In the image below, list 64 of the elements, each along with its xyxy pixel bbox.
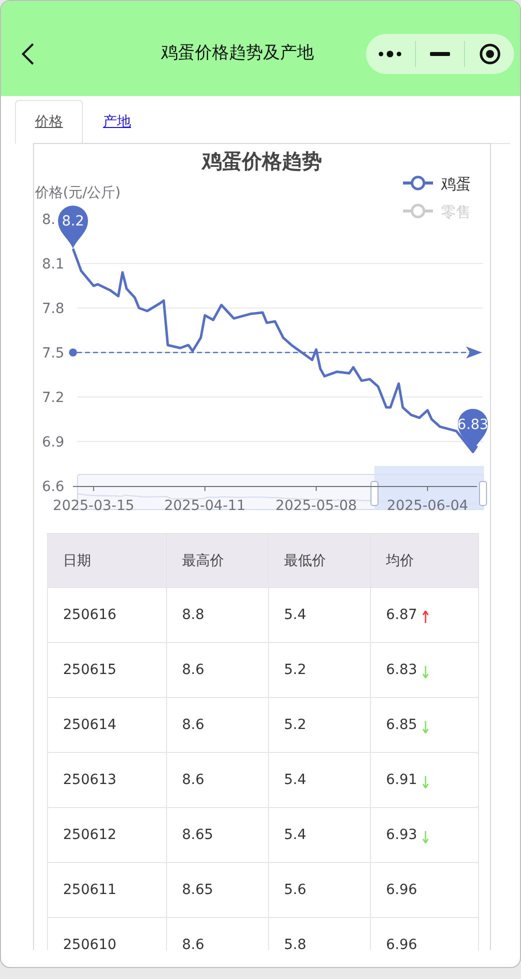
axis-label: 7.8: [42, 301, 64, 317]
minimize-icon: [430, 52, 450, 56]
table-cell: 5.4: [284, 772, 306, 788]
column-header: 最低价: [269, 534, 371, 587]
column-header: 日期: [48, 534, 167, 587]
table-cell: 6.87: [386, 607, 418, 623]
legend-label: 鸡蛋: [440, 175, 471, 193]
up-arrow-icon: [422, 610, 430, 624]
table-cell: 250616: [63, 607, 116, 623]
tab[interactable]: 产地: [83, 100, 151, 144]
table-cell: 6.83: [386, 662, 418, 678]
table-cell: 8.65: [182, 882, 214, 898]
table-cell: 6.93: [386, 827, 418, 843]
axis-label: 2025-03-15: [52, 498, 134, 514]
value-pin: 8.2: [58, 206, 88, 249]
table-cell: 8.6: [182, 662, 204, 678]
arrowhead-icon: [466, 346, 482, 358]
axis-label: 7.2: [42, 390, 64, 406]
table-cell: 6.96: [386, 882, 418, 898]
table-cell: 250615: [63, 662, 116, 678]
axis-label: 8.1: [42, 256, 64, 272]
target-icon: [478, 43, 501, 65]
annotation: 6.83: [457, 416, 488, 433]
column-header: 最高价: [167, 534, 269, 587]
table-cell: 5.4: [284, 607, 306, 623]
axis-label: 2025-05-08: [276, 498, 357, 514]
axis-label: 6.6: [42, 479, 64, 495]
down-arrow-icon: [422, 830, 430, 844]
column-header: 均价: [385, 552, 415, 570]
page-title: 鸡蛋价格趋势及产地: [161, 42, 314, 64]
chart-title: 鸡蛋价格趋势: [202, 149, 322, 173]
value-pin: 6.83: [457, 408, 488, 452]
down-arrow-icon: [422, 775, 430, 789]
table-cell: 8.6: [182, 717, 204, 733]
annotation: 8.2: [62, 214, 84, 230]
table-cell: 250614: [63, 717, 116, 733]
table-cell: 5.6: [284, 882, 306, 898]
table-cell: 8.6: [182, 937, 204, 950]
down-arrow-icon: [422, 720, 430, 734]
axis-label: 8.: [42, 212, 56, 228]
axis-label: 2025-04-11: [164, 498, 246, 514]
table-cell: 250613: [63, 772, 116, 788]
axis-label: 6.9: [42, 434, 64, 450]
axis-title: 价格(元/公斤): [35, 185, 121, 201]
back-icon: [21, 42, 35, 66]
table-cell: 8.6: [182, 772, 204, 788]
table-cell: 6.96: [386, 937, 418, 950]
table-cell: 5.2: [284, 662, 306, 678]
table-cell: 6.91: [386, 772, 418, 788]
more-icon: [378, 50, 402, 58]
axis-label: 2025-06-04: [386, 498, 468, 514]
table-cell: 250611: [63, 882, 116, 898]
table-cell: 6.85: [386, 717, 418, 733]
table-cell: 5.4: [284, 827, 306, 843]
legend-item[interactable]: 鸡蛋: [403, 175, 471, 193]
table-cell: 8.8: [182, 607, 204, 623]
table-cell: 8.65: [182, 827, 214, 843]
table-cell: 5.2: [284, 717, 306, 733]
table-cell: 250610: [63, 937, 116, 950]
axis-label: 7.5: [42, 346, 64, 362]
table-cell: 5.8: [284, 937, 306, 950]
table-cell: 250612: [63, 827, 116, 843]
line-start-dot: [69, 348, 77, 356]
down-arrow-icon: [422, 665, 430, 679]
